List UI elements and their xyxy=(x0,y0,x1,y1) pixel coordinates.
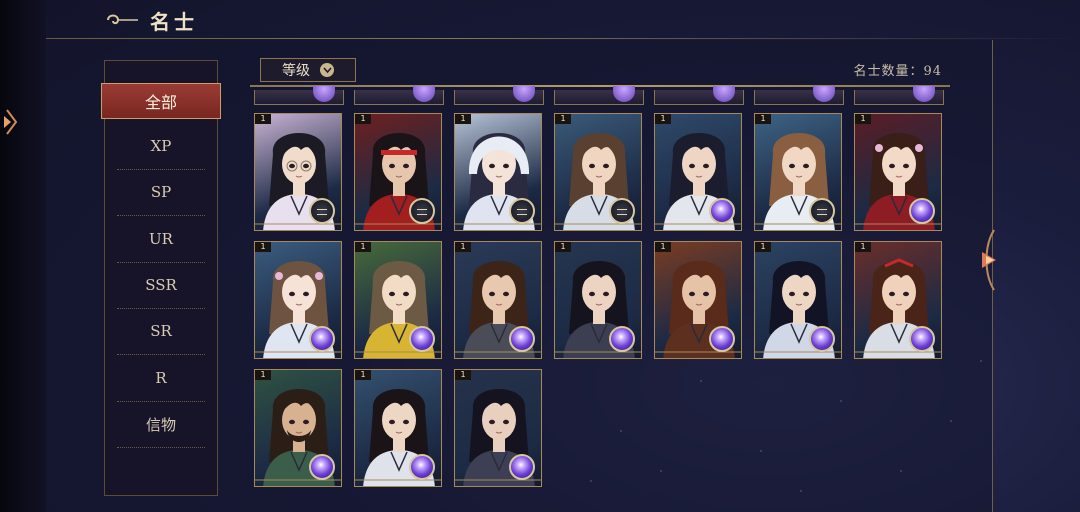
scroll-right-arrow-icon[interactable] xyxy=(978,228,1000,292)
compass-icon xyxy=(409,198,435,224)
character-card[interactable]: 1 xyxy=(454,369,542,487)
sidebar-item-ssr[interactable]: SSR xyxy=(117,262,205,309)
spirit-orb-icon xyxy=(309,326,335,352)
character-card[interactable]: 1 xyxy=(354,113,442,231)
header-rule xyxy=(250,85,950,87)
cloud-ornament-icon xyxy=(107,14,138,25)
spirit-orb-icon xyxy=(609,326,635,352)
rarity-orb-icon xyxy=(913,86,935,102)
character-card[interactable]: 1 xyxy=(254,113,342,231)
card-level-badge: 1 xyxy=(655,242,671,252)
sidebar-item-all[interactable]: 全部 xyxy=(101,83,221,119)
card-level-badge: 1 xyxy=(355,114,371,124)
rarity-filter-sidebar: 全部 XP SP UR SSR SR R 信物 xyxy=(101,60,221,496)
card-level-badge: 1 xyxy=(355,242,371,252)
character-card[interactable]: 1 xyxy=(454,113,542,231)
spirit-orb-icon xyxy=(309,454,335,480)
card-level-badge: 1 xyxy=(555,242,571,252)
character-card[interactable]: 1 xyxy=(554,241,642,359)
spirit-orb-icon xyxy=(409,326,435,352)
spirit-orb-icon xyxy=(909,198,935,224)
card-level-badge: 1 xyxy=(655,114,671,124)
card-level-badge: 1 xyxy=(455,370,471,380)
character-count: 名士数量：94 xyxy=(853,64,942,79)
page-title: 名士 xyxy=(150,9,198,34)
rarity-orb-icon xyxy=(313,86,335,102)
rarity-orb-icon xyxy=(613,86,635,102)
sidebar-item-sr[interactable]: SR xyxy=(117,308,205,355)
sidebar-item-token[interactable]: 信物 xyxy=(117,401,205,448)
rarity-orb-icon xyxy=(713,86,735,102)
card-level-badge: 1 xyxy=(755,114,771,124)
compass-icon xyxy=(509,198,535,224)
compass-icon xyxy=(809,198,835,224)
card-level-badge: 1 xyxy=(455,242,471,252)
sidebar-item-xp[interactable]: XP xyxy=(117,123,205,170)
spirit-orb-icon xyxy=(909,326,935,352)
card-level-badge: 1 xyxy=(355,370,371,380)
spirit-orb-icon xyxy=(509,326,535,352)
partial-card[interactable] xyxy=(754,86,844,105)
spirit-orb-icon xyxy=(709,198,735,224)
spirit-orb-icon xyxy=(509,454,535,480)
character-card[interactable]: 1 xyxy=(754,113,842,231)
character-card[interactable]: 1 xyxy=(354,241,442,359)
compass-icon xyxy=(309,198,335,224)
card-level-badge: 1 xyxy=(255,242,271,252)
chevron-down-icon xyxy=(320,63,334,77)
card-level-badge: 1 xyxy=(755,242,771,252)
character-card[interactable]: 1 xyxy=(854,241,942,359)
title-divider xyxy=(46,38,1080,39)
character-card[interactable]: 1 xyxy=(254,369,342,487)
sidebar-item-r[interactable]: R xyxy=(117,355,205,402)
partial-card[interactable] xyxy=(554,86,644,105)
character-card[interactable]: 1 xyxy=(254,241,342,359)
spirit-orb-icon xyxy=(709,326,735,352)
card-level-badge: 1 xyxy=(255,370,271,380)
page-header: 名士 xyxy=(104,8,198,34)
sort-label: 等级 xyxy=(282,63,310,79)
character-card[interactable]: 1 xyxy=(454,241,542,359)
rarity-orb-icon xyxy=(413,86,435,102)
character-card[interactable]: 1 xyxy=(554,113,642,231)
partial-card[interactable] xyxy=(254,86,344,105)
card-level-badge: 1 xyxy=(855,114,871,124)
expand-arrow-icon[interactable] xyxy=(3,108,19,136)
compass-icon xyxy=(609,198,635,224)
partial-card[interactable] xyxy=(454,86,544,105)
partial-card[interactable] xyxy=(854,86,944,105)
character-card[interactable]: 1 xyxy=(654,241,742,359)
rarity-orb-icon xyxy=(513,86,535,102)
partial-card[interactable] xyxy=(654,86,744,105)
sidebar-item-sp[interactable]: SP xyxy=(117,169,205,216)
card-level-badge: 1 xyxy=(855,242,871,252)
partial-card[interactable] xyxy=(354,86,444,105)
character-card[interactable]: 1 xyxy=(754,241,842,359)
sort-dropdown[interactable]: 等级 xyxy=(260,58,356,82)
left-edge-strip xyxy=(0,0,46,512)
card-level-badge: 1 xyxy=(455,114,471,124)
rarity-orb-icon xyxy=(813,86,835,102)
card-level-badge: 1 xyxy=(555,114,571,124)
character-card[interactable]: 1 xyxy=(354,369,442,487)
character-card[interactable]: 1 xyxy=(854,113,942,231)
spirit-orb-icon xyxy=(409,454,435,480)
sidebar-item-ur[interactable]: UR xyxy=(117,216,205,263)
spirit-orb-icon xyxy=(809,326,835,352)
character-card[interactable]: 1 xyxy=(654,113,742,231)
card-level-badge: 1 xyxy=(255,114,271,124)
